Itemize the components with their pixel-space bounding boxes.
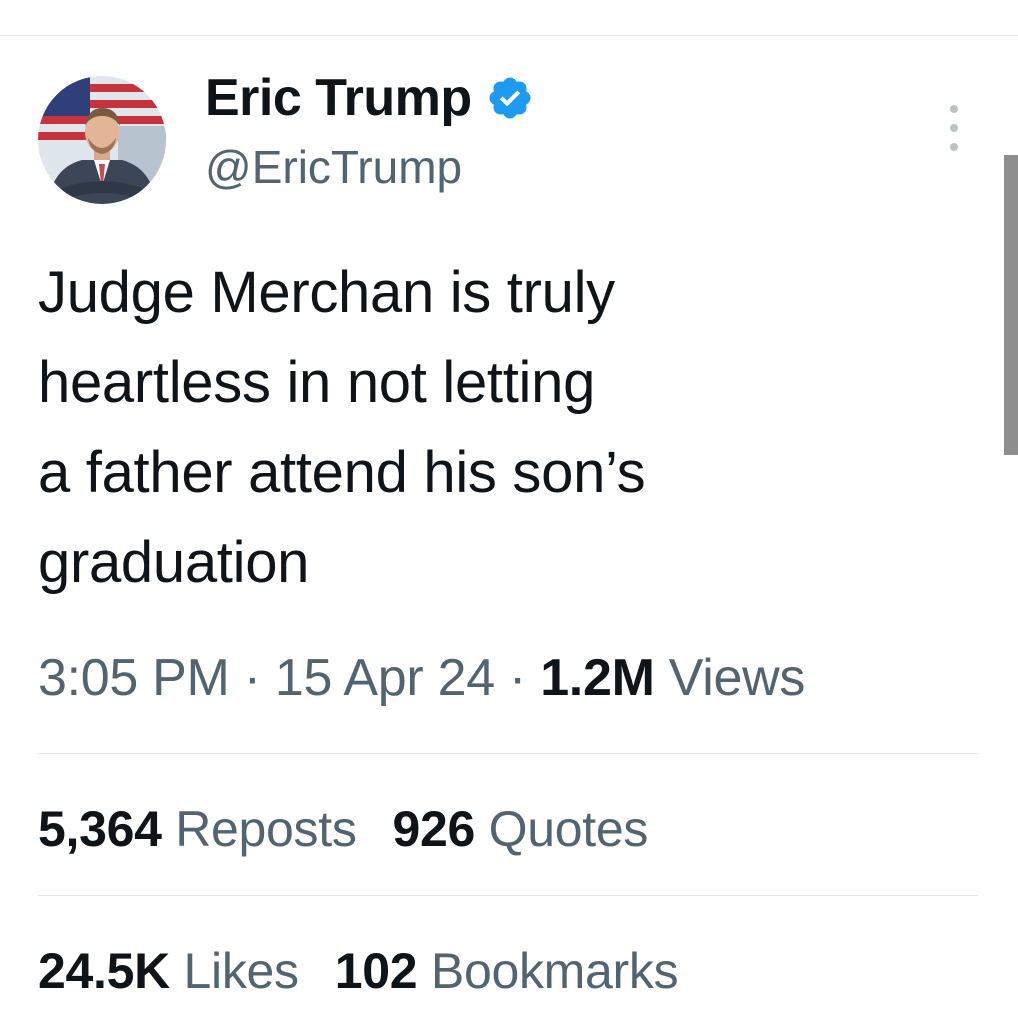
reposts-stat[interactable]: 5,364 Reposts: [38, 801, 357, 857]
tweet-meta: 3:05 PM · 15 Apr 24 · 1.2M Views: [38, 648, 805, 708]
author-name-row[interactable]: Eric Trump: [205, 68, 534, 128]
tweet-text: Judge Merchan is truly heartless in not …: [38, 248, 968, 608]
meta-separator: ·: [243, 649, 261, 707]
divider: [38, 753, 978, 754]
quotes-stat[interactable]: 926 Quotes: [393, 801, 649, 857]
views-count: 1.2M: [540, 649, 655, 707]
more-options-icon[interactable]: [940, 105, 968, 151]
meta-separator: ·: [509, 649, 527, 707]
quotes-label: Quotes: [488, 801, 649, 857]
likes-count: 24.5K: [38, 943, 170, 999]
scrollbar[interactable]: [1004, 155, 1018, 455]
stats-row-saves: 24.5K Likes 102 Bookmarks: [38, 942, 714, 1000]
more-dot: [950, 105, 958, 113]
more-dot: [950, 124, 958, 132]
tweet-text-line: a father attend his son’s: [38, 440, 646, 505]
reposts-count: 5,364: [38, 801, 162, 857]
bookmarks-stat[interactable]: 102 Bookmarks: [335, 943, 679, 999]
avatar[interactable]: [38, 76, 166, 204]
tweet-text-line: heartless in not letting: [38, 350, 596, 415]
tweet-text-line: Judge Merchan is truly: [38, 260, 615, 325]
more-dot: [950, 143, 958, 151]
bookmarks-label: Bookmarks: [430, 943, 679, 999]
quotes-count: 926: [392, 801, 476, 857]
verified-badge-icon[interactable]: [486, 74, 534, 122]
tweet-text-line: graduation: [38, 530, 310, 595]
divider: [38, 895, 978, 896]
top-divider: [0, 35, 1018, 36]
likes-stat[interactable]: 24.5K Likes: [38, 943, 299, 999]
reposts-label: Reposts: [175, 801, 357, 857]
bookmarks-count: 102: [334, 943, 418, 999]
stats-row-engagement: 5,364 Reposts 926 Quotes: [38, 800, 684, 858]
author-display-name[interactable]: Eric Trump: [205, 68, 472, 128]
tweet-date[interactable]: 15 Apr 24: [275, 649, 495, 707]
likes-label: Likes: [183, 943, 300, 999]
tweet-time[interactable]: 3:05 PM: [38, 649, 230, 707]
author-handle[interactable]: @EricTrump: [205, 140, 462, 194]
views-label: Views: [668, 649, 806, 707]
